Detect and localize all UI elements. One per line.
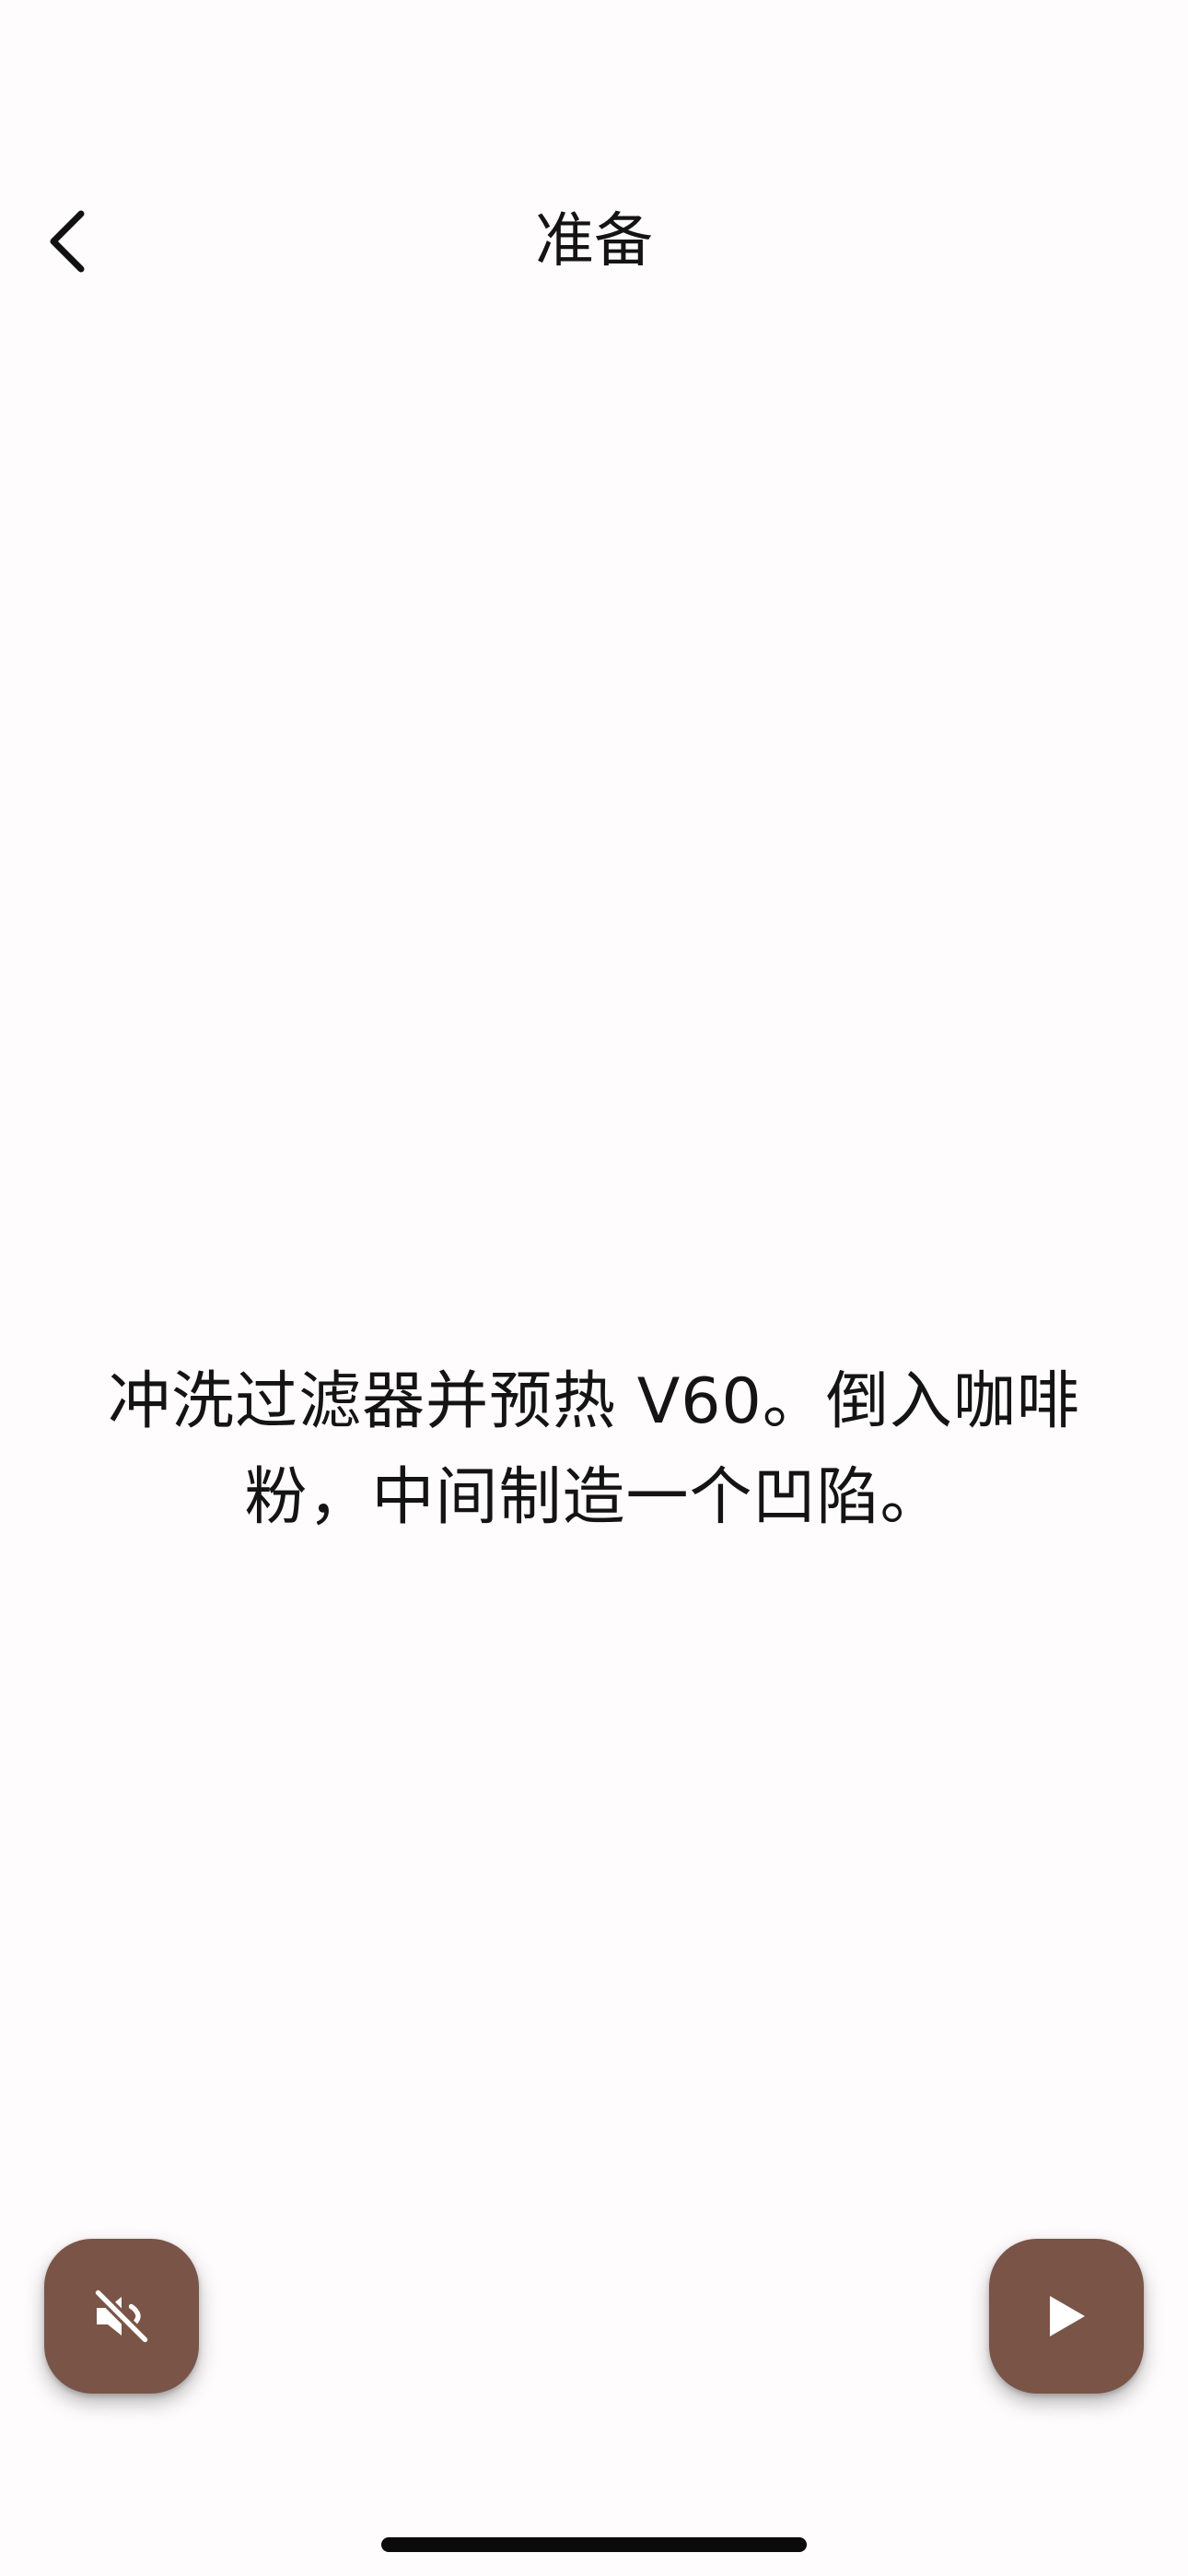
top-app-bar: 准备 [0, 184, 1188, 299]
brew-step-instruction: 冲洗过滤器并预热 V60。倒入咖啡粉，中间制造一个凹陷。 [108, 1365, 1080, 1534]
play-button[interactable] [989, 2239, 1144, 2394]
page-title: 准备 [535, 207, 653, 275]
volume-off-icon [92, 2287, 151, 2346]
play-icon [1050, 2296, 1085, 2336]
mute-button[interactable] [44, 2239, 199, 2394]
home-indicator[interactable] [381, 2537, 807, 2552]
